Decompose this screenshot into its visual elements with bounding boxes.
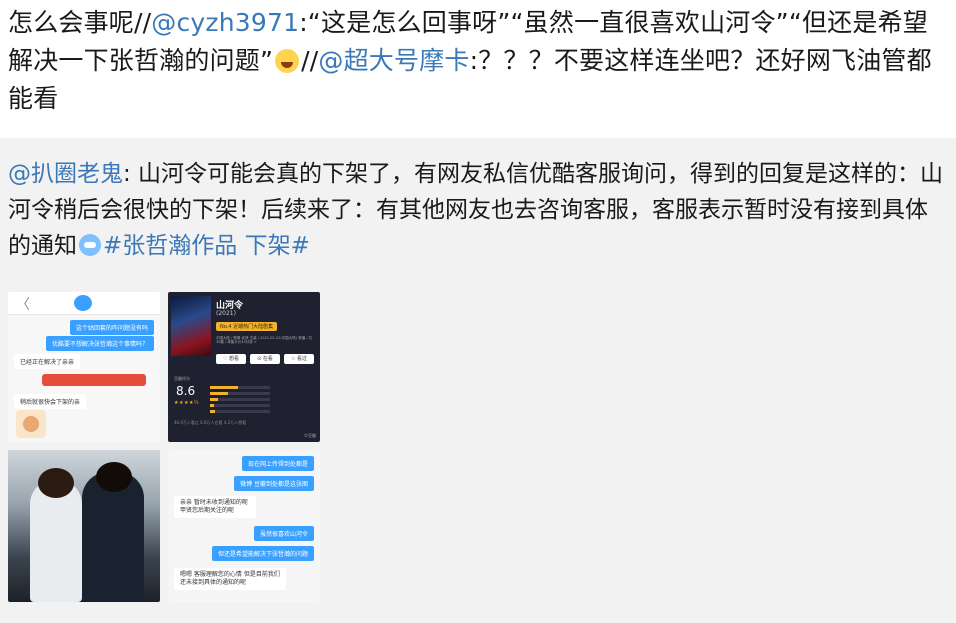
thumbnail-chat-screenshot-2[interactable]: 现在网上传得到处都是 微博 豆瓣到处都是这张图 亲亲 暂时未收到通知的呢 甲贤您… xyxy=(168,450,320,602)
thumbnail-drama-still[interactable] xyxy=(8,450,160,602)
post-text: 怎么会事呢//@cyzh3971:“这是怎么回事呀”“虽然一直很喜欢山河令”“但… xyxy=(8,4,953,118)
mention-link-mocha[interactable]: @超大号摩卡 xyxy=(318,46,469,75)
hashtag-link[interactable]: #张哲瀚作品 下架# xyxy=(103,233,310,259)
youku-logo-icon xyxy=(74,295,92,311)
repost-container: @扒圈老鬼: 山河令可能会真的下架了，有网友私信优酷客服询问，得到的回复是这样的… xyxy=(0,138,956,623)
movie-rank-badge: No.4 近期热门大陆剧集 xyxy=(216,322,278,331)
chat-header: 〈 xyxy=(8,292,160,315)
figure-head xyxy=(38,468,74,498)
rating-bar-1 xyxy=(210,410,215,413)
figure-white-robe xyxy=(30,480,82,602)
watching-button: ⊙ 在看 xyxy=(250,354,280,364)
chat-bubble-user: 虽然很喜欢山河令 xyxy=(253,526,314,541)
rating-bar-2 xyxy=(210,404,214,407)
star-rating: ★★★★½ xyxy=(174,400,200,406)
rating-bar-3 xyxy=(210,398,218,401)
douban-watermark: ©豆瓣 xyxy=(304,433,316,438)
watch-stats: 46.9万人看过 6.6万人在看 4.2万人想看 xyxy=(174,420,247,425)
rating-bar-track xyxy=(210,410,270,413)
redaction-scribble xyxy=(42,374,146,386)
movie-poster xyxy=(171,296,211,356)
post-text-seg3: // xyxy=(301,46,319,75)
mention-link-original-author[interactable]: @扒圈老鬼 xyxy=(8,161,123,187)
mention-link-cyzh3971[interactable]: @cyzh3971 xyxy=(151,8,299,37)
chat-bubble-user: 现在网上传得到处都是 xyxy=(241,456,314,471)
chat-bubble-agent: 亲亲 暂时未收到通知的呢 甲贤您后期关注的呢 xyxy=(174,496,256,518)
movie-meta: 中国大陆 / 剧情 武侠 古装 / 2021-02-22(中国大陆) 首播 / … xyxy=(216,336,313,344)
post-text-seg1: 怎么会事呢// xyxy=(8,8,152,37)
chat-bubble-user: 优酷要不想解决张哲瀚这个事情吗？ xyxy=(45,336,154,351)
movie-year: (2021) xyxy=(216,310,236,317)
back-icon: 〈 xyxy=(16,297,30,313)
doraemon-emoji-icon xyxy=(79,234,101,256)
chat-bubble-user: 微博 豆瓣到处都是这张图 xyxy=(234,476,314,491)
score-label: 豆瓣评分 xyxy=(174,376,190,381)
watched-button: ☆ 看过 xyxy=(284,354,314,364)
chat-bubble-agent: 已经正在解决了亲亲 xyxy=(14,354,81,369)
chat-bubble-agent: 嗯嗯 客服理解您的心情 但是目前我们还未接到具体的通知的呢 xyxy=(174,568,286,590)
want-to-watch-button: ♡ 想看 xyxy=(216,354,246,364)
rating-bar-4 xyxy=(210,392,228,395)
movie-score: 8.6 xyxy=(176,384,196,398)
chat-bubble-agent: 稍后就很快会下架的亲 xyxy=(14,394,87,409)
rating-bar-5 xyxy=(210,386,238,389)
thumbnail-movie-card[interactable]: 山河令 (2021) No.4 近期热门大陆剧集 中国大陆 / 剧情 武侠 古装… xyxy=(168,292,320,442)
rating-bar-track xyxy=(210,398,270,401)
repost-text: @扒圈老鬼: 山河令可能会真的下架了，有网友私信优酷客服询问，得到的回复是这样的… xyxy=(8,156,948,264)
agent-avatar xyxy=(16,410,46,438)
chat-bubble-user: 这个姑回套的咋问题没有吗 xyxy=(69,320,154,335)
chat-bubble-user: 但还是希望能解决下张哲瀚的问题 xyxy=(211,546,314,561)
figure-head xyxy=(96,462,132,492)
rating-bar-track xyxy=(210,404,270,407)
laughing-face-emoji-icon xyxy=(275,49,300,73)
thumbnail-chat-screenshot-1[interactable]: 〈 这个姑回套的咋问题没有吗 优酷要不想解决张哲瀚这个事情吗？ 已经正在解决了亲… xyxy=(8,292,160,442)
